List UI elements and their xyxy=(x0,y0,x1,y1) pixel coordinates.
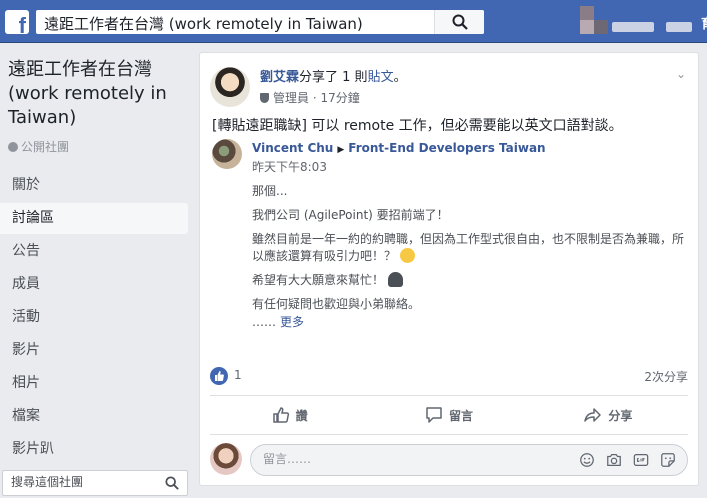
share-label: 分享 xyxy=(608,408,633,423)
facebook-logo-icon[interactable]: f xyxy=(5,10,29,34)
group-navigation: 關於 討論區 公告 成員 活動 影片 相片 檔案 影片趴 xyxy=(0,170,188,467)
top-navigation-bar: f 遠距工作者在台灣 (work remotely in Taiwan) 育 xyxy=(0,0,707,43)
search-button[interactable] xyxy=(434,10,484,34)
share-action-text: 分享了 1 則 xyxy=(299,70,368,85)
reaction-bar: 1 2次分享 xyxy=(210,365,688,385)
current-user-avatar[interactable] xyxy=(210,443,242,475)
camera-icon[interactable] xyxy=(605,452,623,468)
nav-item-photos[interactable]: 相片 xyxy=(0,368,188,399)
profile-photo-blurred-part-2 xyxy=(594,20,608,34)
shared-line-text: 雖然目前是一年一約的約聘職，但因為工作型式很自由，也不限制是否為兼職，所以應該還… xyxy=(252,232,685,263)
like-label: 讚 xyxy=(295,408,308,423)
post-time-link[interactable]: 17分鐘 xyxy=(320,91,359,105)
shared-header: Vincent Chu ▶ Front-End Developers Taiwan xyxy=(252,141,546,155)
grinning-emoji-icon xyxy=(400,248,416,263)
emoji-icon[interactable] xyxy=(578,452,596,468)
nav-item-files[interactable]: 檔案 xyxy=(0,401,188,432)
top-search-box[interactable]: 遠距工作者在台灣 (work remotely in Taiwan) xyxy=(36,10,484,34)
comment-tools xyxy=(578,452,677,468)
post-card: 劉艾霖分享了 1 則貼文。 管理員 · 17分鐘 ⌄ [轉貼遠距職缺] 可以 r… xyxy=(199,52,699,486)
author-avatar[interactable] xyxy=(210,67,250,107)
shared-line: 有任何疑問也歡迎與小弟聯絡。 xyxy=(252,297,421,311)
profile-photo-blurred-part xyxy=(580,20,594,34)
comment-button[interactable]: 留言 xyxy=(369,399,528,431)
arrow-right-icon: ▶ xyxy=(337,145,345,155)
nav-item-videos[interactable]: 影片 xyxy=(0,335,188,366)
nav-item-watch-party[interactable]: 影片趴 xyxy=(0,434,188,465)
shared-line: 雖然目前是一年一約的約聘職，但因為工作型式很自由，也不限制是否為兼職，所以應該還… xyxy=(252,231,692,265)
thumbs-up-icon xyxy=(272,407,289,423)
shared-line: 希望有大大願意來幫忙！ xyxy=(252,272,692,289)
privacy-label: 公開社團 xyxy=(21,140,70,154)
shared-author-avatar[interactable] xyxy=(212,139,242,169)
top-search-input[interactable]: 遠距工作者在台灣 (work remotely in Taiwan) xyxy=(44,13,363,34)
nav-item-members[interactable]: 成員 xyxy=(0,269,188,300)
profile-name-blurred[interactable] xyxy=(612,22,654,32)
author-name-link[interactable]: 劉艾霖 xyxy=(260,70,299,85)
ellipsis-text: …… xyxy=(252,315,276,329)
nav-item-discussion[interactable]: 討論區 xyxy=(0,203,188,234)
search-icon xyxy=(452,14,468,30)
detective-emoji-icon xyxy=(388,272,404,287)
share-count[interactable]: 2次分享 xyxy=(644,368,688,385)
profile-photo-blurred[interactable] xyxy=(580,6,594,20)
chevron-down-icon[interactable]: ⌄ xyxy=(676,67,686,81)
comment-label: 留言 xyxy=(448,408,473,423)
shield-icon xyxy=(260,93,269,103)
share-arrow-icon xyxy=(584,408,602,422)
sticker-icon[interactable] xyxy=(659,452,677,468)
search-icon[interactable] xyxy=(165,476,179,490)
shared-line-text: 希望有大大願意來幫忙！ xyxy=(252,273,385,287)
topbar-cut-off-text[interactable]: 育 xyxy=(701,13,707,32)
like-count[interactable]: 1 xyxy=(234,368,242,382)
nav-item-announcements[interactable]: 公告 xyxy=(0,236,188,267)
post-text: [轉貼遠距職缺] 可以 remote 工作，但必需要能以英文口語對談。 xyxy=(212,118,623,134)
speech-bubble-icon xyxy=(426,407,442,423)
post-header: 劉艾霖分享了 1 則貼文。 xyxy=(260,66,407,85)
group-privacy: 公開社團 xyxy=(8,138,69,155)
nav-item-events[interactable]: 活動 xyxy=(0,302,188,333)
nav-item-about[interactable]: 關於 xyxy=(0,170,188,201)
divider xyxy=(210,395,688,396)
shared-post-link[interactable]: 貼文 xyxy=(368,70,394,85)
shared-time-link[interactable]: 昨天下午8:03 xyxy=(252,158,327,175)
post-meta: 管理員 · 17分鐘 xyxy=(260,89,360,106)
like-reaction-icon[interactable] xyxy=(210,367,228,385)
shared-group-link[interactable]: Front-End Developers Taiwan xyxy=(348,141,545,155)
share-button[interactable]: 分享 xyxy=(529,399,688,431)
shared-line: 那個... xyxy=(252,184,288,198)
group-search-input[interactable] xyxy=(11,475,161,489)
like-button[interactable]: 讚 xyxy=(210,399,369,431)
comment-input[interactable] xyxy=(263,452,563,466)
see-more-link[interactable]: 更多 xyxy=(280,315,304,329)
gif-icon[interactable] xyxy=(632,452,650,468)
home-link-blurred[interactable] xyxy=(666,22,692,32)
shared-post-body: 那個... 我們公司 (AgilePoint) 要招前端了！ 雖然目前是一年一約… xyxy=(252,183,692,320)
shared-line: 我們公司 (AgilePoint) 要招前端了！ xyxy=(252,208,449,222)
header-punct: 。 xyxy=(393,70,407,85)
see-more: …… 更多 xyxy=(252,313,304,330)
divider xyxy=(210,434,688,435)
author-role: 管理員 xyxy=(273,91,310,105)
shared-author-link[interactable]: Vincent Chu xyxy=(252,141,333,155)
globe-icon xyxy=(8,142,18,152)
group-title[interactable]: 遠距工作者在台灣 (work remotely in Taiwan) xyxy=(8,58,188,130)
group-search-box[interactable] xyxy=(2,470,188,496)
comment-box[interactable] xyxy=(250,444,688,476)
post-actions: 讚 留言 分享 xyxy=(210,399,688,431)
